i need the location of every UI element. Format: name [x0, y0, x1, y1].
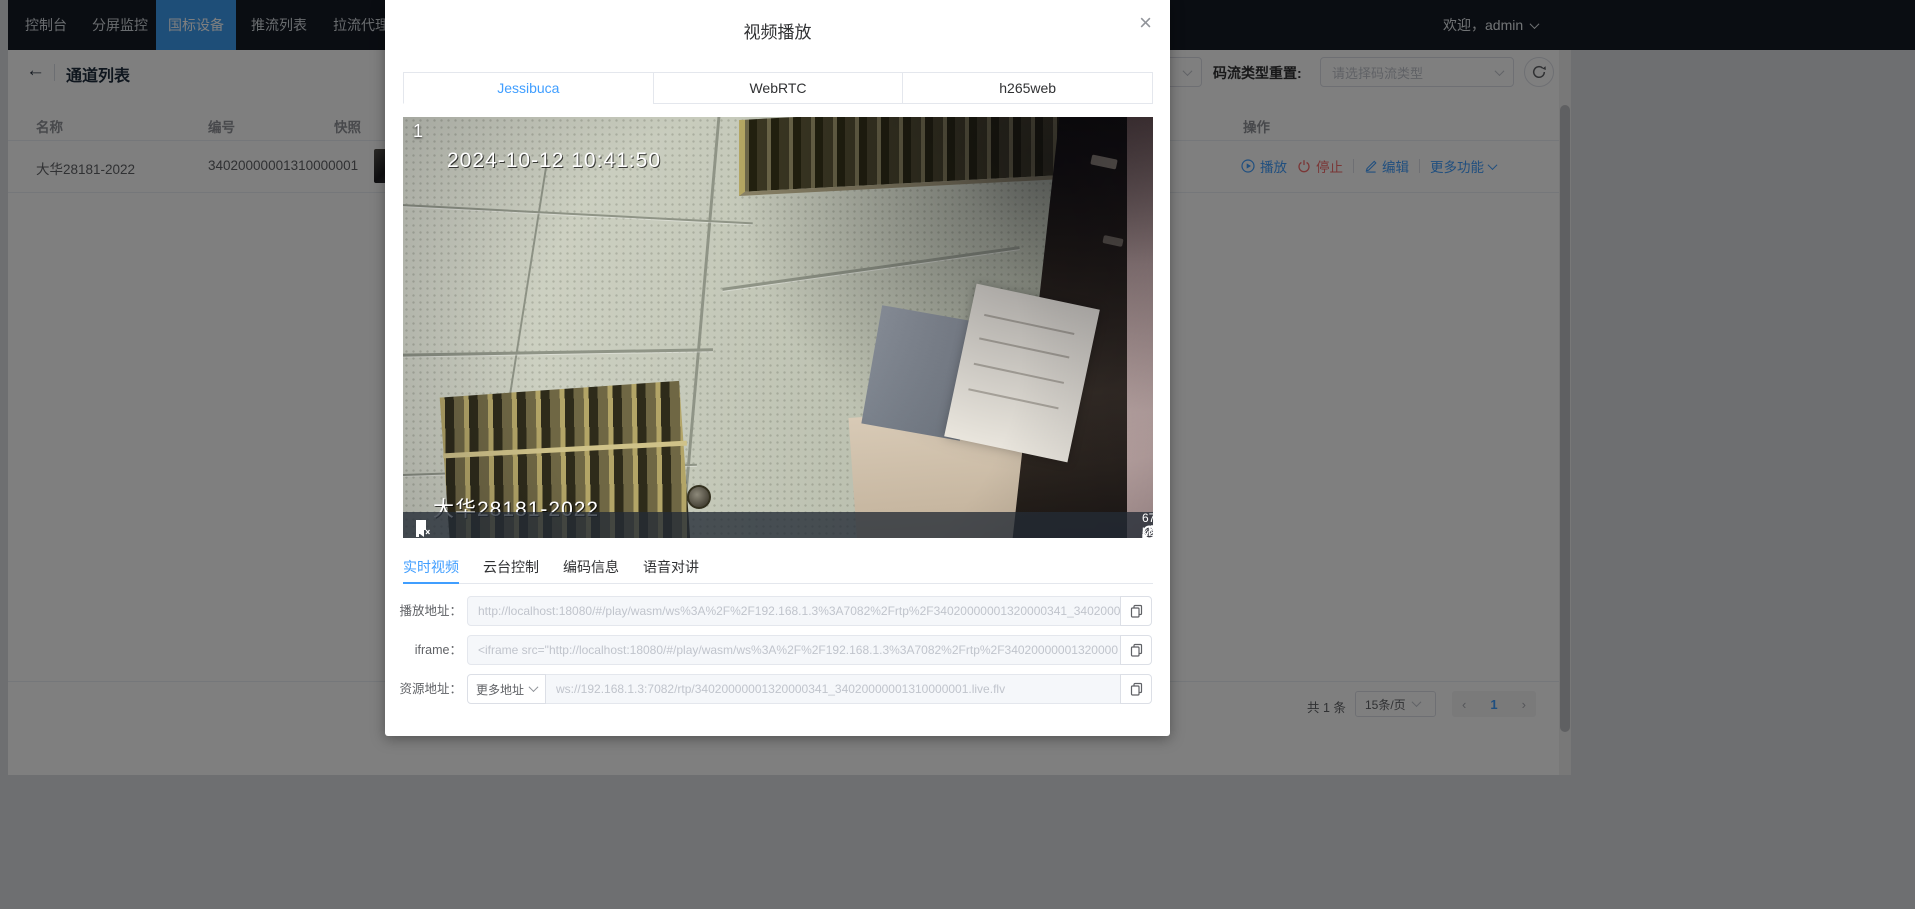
copy-resource-address-button[interactable]	[1120, 674, 1152, 704]
tab-live-video[interactable]: 实时视频	[403, 557, 459, 577]
copy-icon	[1130, 682, 1143, 696]
more-addresses-dropdown[interactable]: 更多地址	[467, 674, 546, 704]
more-addresses-label: 更多地址	[476, 681, 524, 698]
player-type-tabs: Jessibuca WebRTC h265web	[403, 72, 1153, 104]
play-address-row: 播放地址： http://localhost:18080/#/play/wasm…	[385, 596, 1170, 626]
resource-address-label: 资源地址：	[385, 674, 462, 704]
tab-codec-info[interactable]: 编码信息	[563, 557, 619, 577]
channel-number-overlay: 1	[413, 121, 423, 142]
chevron-down-icon	[529, 682, 539, 692]
copy-iframe-button[interactable]	[1120, 635, 1152, 665]
copy-play-address-button[interactable]	[1120, 596, 1152, 626]
tab-voice-intercom[interactable]: 语音对讲	[643, 557, 699, 577]
speaker-muted-icon	[416, 525, 431, 538]
copy-icon	[1130, 643, 1143, 657]
close-icon[interactable]: ×	[1139, 12, 1152, 34]
play-address-input[interactable]: http://localhost:18080/#/play/wasm/ws%3A…	[467, 596, 1121, 626]
copy-icon	[1130, 604, 1143, 618]
resource-address-row: 资源地址： 更多地址 ws://192.168.1.3:7082/rtp/340…	[385, 674, 1170, 704]
tab-jessibuca[interactable]: Jessibuca	[403, 72, 654, 104]
fullscreen-icon	[1142, 525, 1153, 538]
play-address-label: 播放地址：	[385, 596, 462, 626]
fisheye-vignette	[403, 117, 1153, 538]
stream-info-tabs: 实时视频 云台控制 编码信息 语音对讲	[403, 551, 1153, 584]
player-control-bar: 670 kb/s	[403, 512, 1153, 538]
video-player[interactable]: 1 2024-10-12 10:41:50 大华28181-2022	[403, 117, 1153, 538]
timestamp-overlay: 2024-10-12 10:41:50	[447, 149, 661, 173]
dialog-title: 视频播放	[385, 18, 1170, 43]
tab-ptz-control[interactable]: 云台控制	[483, 557, 539, 577]
iframe-row: iframe： <iframe src="http://localhost:18…	[385, 635, 1170, 665]
iframe-label: iframe：	[385, 635, 462, 665]
tab-h265web[interactable]: h265web	[902, 72, 1153, 104]
resource-address-input[interactable]: ws://192.168.1.3:7082/rtp/34020000001320…	[546, 674, 1121, 704]
screen: 控制台 分屏监控 国标设备 推流列表 拉流代理 欢迎，admin ← 通道列表 …	[0, 0, 1915, 909]
video-play-dialog: 视频播放 × Jessibuca WebRTC h265web	[385, 0, 1170, 736]
tab-webrtc[interactable]: WebRTC	[653, 72, 904, 104]
iframe-input[interactable]: <iframe src="http://localhost:18080/#/pl…	[467, 635, 1121, 665]
